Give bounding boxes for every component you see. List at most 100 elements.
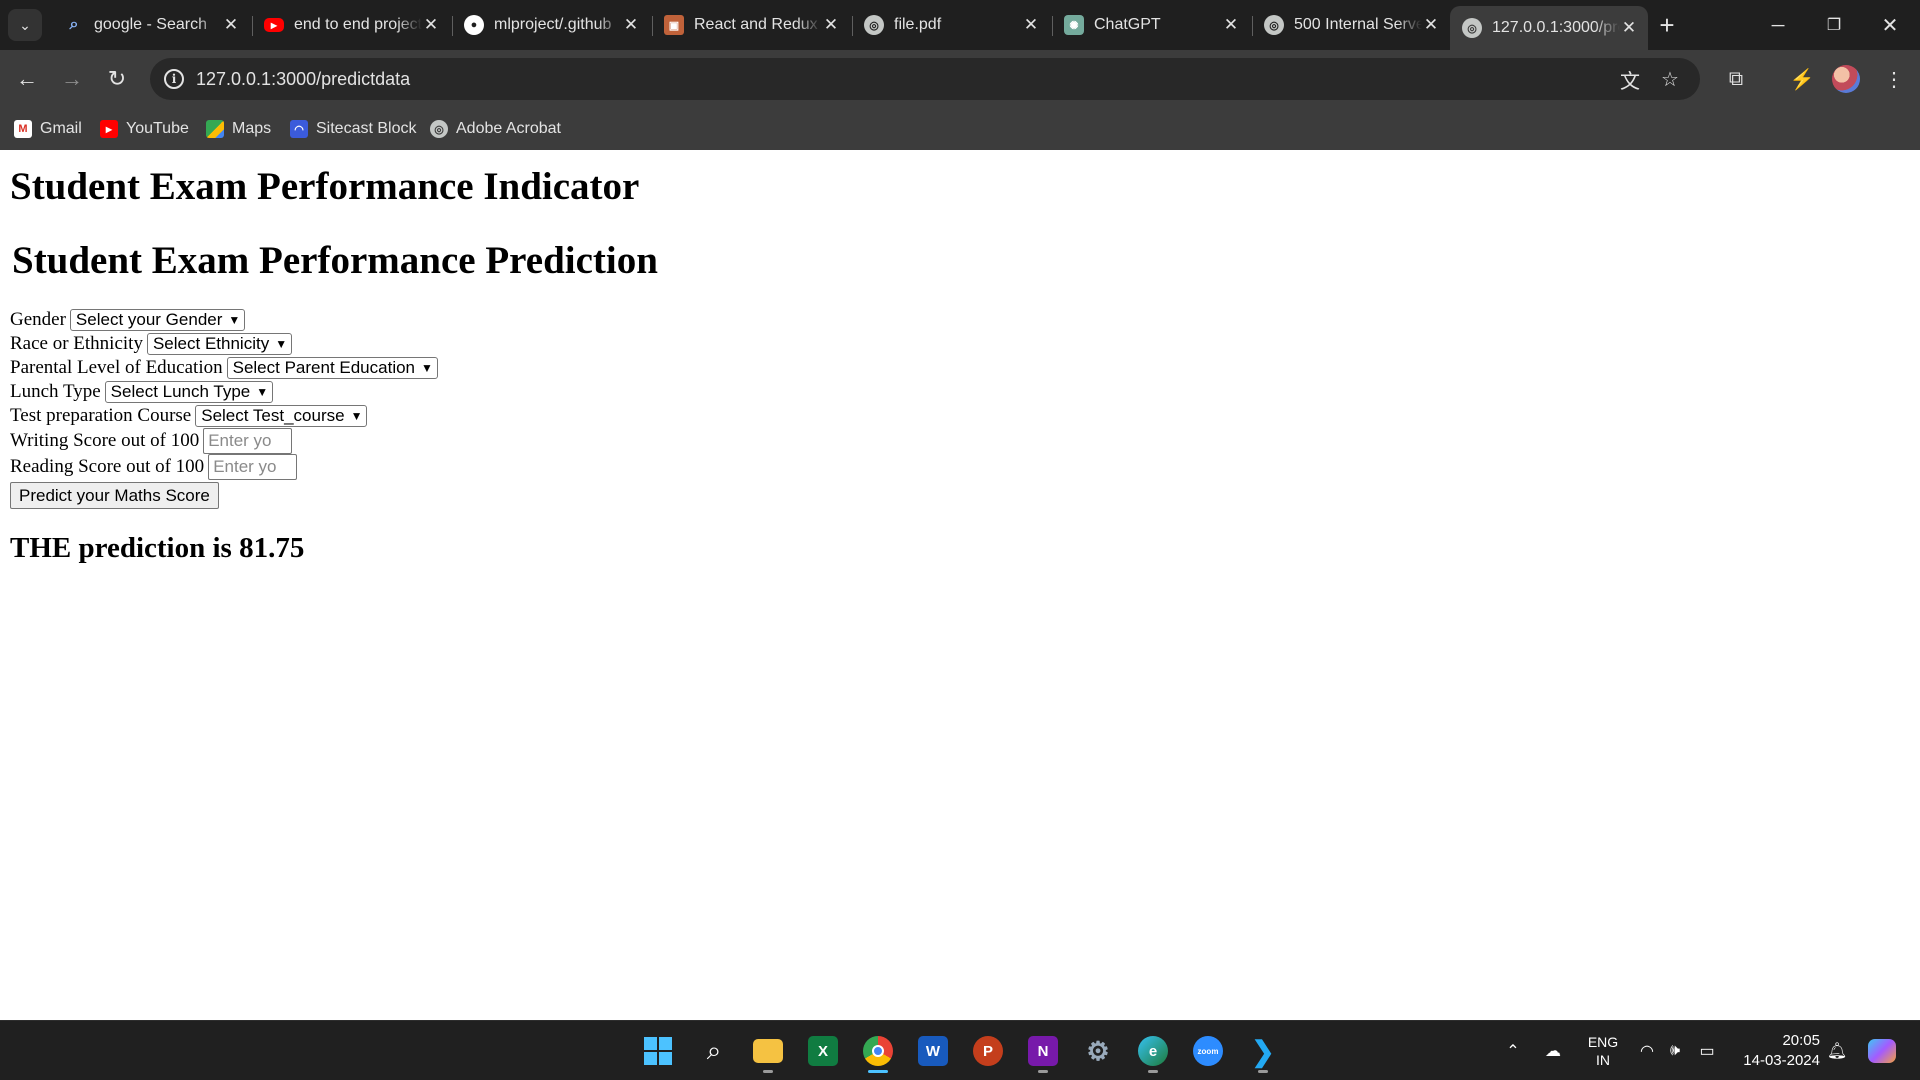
tab-500-error[interactable]: ◎ 500 Internal Server ✕ <box>1252 8 1450 42</box>
taskbar-vscode[interactable]: ❯ <box>1241 1029 1285 1073</box>
globe-icon: ◎ <box>1462 18 1482 38</box>
running-indicator <box>763 1070 773 1073</box>
tab-google-search[interactable]: ⌕ google - Search ✕ <box>52 8 250 42</box>
bookmark-youtube[interactable]: ▶ YouTube <box>100 117 189 141</box>
close-tab-icon[interactable]: ✕ <box>422 15 440 35</box>
writing-score-row: Writing Score out of 100 Enter yo <box>10 428 293 454</box>
tab-github[interactable]: ● mlproject/.github ✕ <box>452 8 650 42</box>
excel-icon: X <box>808 1036 838 1066</box>
onedrive-cloud-icon[interactable]: ☁ <box>1538 1021 1568 1080</box>
clock[interactable]: 20:05 14-03-2024 <box>1730 1031 1820 1071</box>
close-tab-icon[interactable]: ✕ <box>622 15 640 35</box>
taskbar-settings[interactable]: ⚙ <box>1076 1029 1120 1073</box>
sitecast-icon: ◠ <box>290 120 308 138</box>
globe-icon: ◎ <box>430 120 448 138</box>
close-tab-icon[interactable]: ✕ <box>1022 15 1040 35</box>
restore-icon[interactable]: ❐ <box>1806 0 1862 50</box>
close-tab-icon[interactable]: ✕ <box>1620 18 1638 38</box>
lunch-label: Lunch Type <box>10 381 101 402</box>
show-hidden-icons-icon[interactable]: ⌃ <box>1498 1021 1528 1080</box>
copilot-icon[interactable] <box>1864 1021 1900 1080</box>
lunch-select[interactable]: Select Lunch Type ▼ <box>104 381 274 403</box>
bookmark-gmail[interactable]: M Gmail <box>14 117 82 141</box>
taskbar-excel[interactable]: X <box>801 1029 845 1073</box>
bookmark-sitecast[interactable]: ◠ Sitecast Block <box>290 117 416 141</box>
taskbar-edge[interactable]: e <box>1131 1029 1175 1073</box>
back-icon[interactable]: ← <box>10 62 44 96</box>
tab-youtube[interactable]: ▶ end to end project ✕ <box>252 8 450 42</box>
language-indicator[interactable]: ENG IN <box>1578 1021 1628 1080</box>
taskbar-word[interactable]: W <box>911 1029 955 1073</box>
tab-file-pdf[interactable]: ◎ file.pdf ✕ <box>852 8 1050 42</box>
minimize-icon[interactable]: ─ <box>1750 0 1806 50</box>
taskbar-onenote[interactable]: N <box>1021 1029 1065 1073</box>
extensions-icon[interactable]: ⧉ <box>1720 63 1752 95</box>
parent-education-select[interactable]: Select Parent Education ▼ <box>226 357 438 379</box>
bookmark-star-icon[interactable]: ☆ <box>1658 67 1682 91</box>
close-tab-icon[interactable]: ✕ <box>1222 15 1240 35</box>
powerpoint-icon: P <box>973 1036 1003 1066</box>
bookmark-adobe-acrobat[interactable]: ◎ Adobe Acrobat <box>430 117 561 141</box>
bookmark-label: Sitecast Block <box>316 120 417 137</box>
taskbar-file-explorer[interactable] <box>746 1029 790 1073</box>
tab-react-redux[interactable]: ▣ React and Redux ✕ <box>652 8 850 42</box>
chatgpt-icon: ✺ <box>1064 15 1084 35</box>
writing-score-input[interactable]: Enter yo <box>203 428 293 454</box>
gender-row: Gender Select your Gender ▼ <box>10 308 246 332</box>
gender-select[interactable]: Select your Gender ▼ <box>69 309 246 331</box>
site-info-icon[interactable]: i <box>164 69 184 89</box>
maps-icon <box>206 120 224 138</box>
start-button[interactable] <box>636 1029 680 1073</box>
chevron-down-icon: ▼ <box>350 409 363 423</box>
new-tab-icon[interactable]: + <box>1652 10 1682 40</box>
chevron-down-icon: ▼ <box>275 337 288 351</box>
ethnicity-select[interactable]: Select Ethnicity ▼ <box>146 333 293 355</box>
performance-icon[interactable]: ⚡ <box>1786 63 1818 95</box>
course-icon: ▣ <box>664 15 684 35</box>
taskbar-zoom[interactable]: zoom <box>1186 1029 1230 1073</box>
close-tab-icon[interactable]: ✕ <box>222 15 240 35</box>
profile-avatar[interactable] <box>1832 65 1860 93</box>
battery-icon[interactable]: ▭ <box>1692 1021 1722 1080</box>
taskbar-search[interactable]: ⌕ <box>692 1029 736 1073</box>
tab-title: file.pdf <box>894 16 942 33</box>
tab-predictdata-active[interactable]: ◎ 127.0.0.1:3000/predictdata ✕ <box>1450 6 1648 50</box>
close-window-icon[interactable]: ✕ <box>1862 0 1918 50</box>
parent-education-row: Parental Level of Education Select Paren… <box>10 356 438 380</box>
clock-time: 20:05 <box>1782 1032 1820 1049</box>
reload-icon[interactable]: ↻ <box>100 62 134 96</box>
tab-title: 127.0.0.1:3000/predictdata <box>1492 19 1620 36</box>
address-bar[interactable]: i 127.0.0.1:3000/predictdata 文 ☆ <box>150 58 1700 100</box>
forward-icon[interactable]: → <box>55 62 89 96</box>
tab-chatgpt[interactable]: ✺ ChatGPT ✕ <box>1052 8 1250 42</box>
notification-bell-icon[interactable]: 🔔︎ <box>1822 1021 1852 1080</box>
tab-search-button[interactable]: ⌄ <box>8 9 42 41</box>
close-tab-icon[interactable]: ✕ <box>1422 15 1440 35</box>
predict-button[interactable]: Predict your Maths Score <box>10 482 219 509</box>
reading-score-input[interactable]: Enter yo <box>208 454 298 480</box>
prediction-result: THE prediction is 81.75 <box>10 532 305 564</box>
vscode-icon: ❯ <box>1251 1035 1275 1067</box>
ethnicity-selected-value: Select Ethnicity <box>152 334 270 353</box>
bookmark-maps[interactable]: Maps <box>206 117 271 141</box>
menu-kebab-icon[interactable]: ⋮ <box>1878 63 1910 95</box>
taskbar-chrome[interactable] <box>856 1029 900 1073</box>
form-title: Student Exam Performance Prediction <box>12 239 658 282</box>
close-tab-icon[interactable]: ✕ <box>822 15 840 35</box>
test-prep-select[interactable]: Select Test_course ▼ <box>195 405 368 427</box>
bookmark-label: Maps <box>232 120 272 137</box>
chevron-down-icon: ▼ <box>421 361 433 375</box>
test-prep-label: Test preparation Course <box>10 405 192 426</box>
chrome-icon <box>863 1036 893 1066</box>
chevron-down-icon: ▼ <box>228 313 241 327</box>
wifi-icon[interactable]: ◠ <box>1632 1021 1662 1080</box>
volume-icon[interactable]: 🕪 <box>1660 1021 1690 1080</box>
windows-taskbar: ⌕ X W P N ⚙ e zoom ❯ ⌃ ☁ ENG IN ◠ � <box>0 1020 1920 1080</box>
reading-score-row: Reading Score out of 100 Enter yo <box>10 454 298 480</box>
running-indicator <box>868 1070 888 1073</box>
url-text[interactable]: 127.0.0.1:3000/predictdata <box>196 69 410 90</box>
reading-score-label: Reading Score out of 100 <box>10 456 205 477</box>
taskbar-powerpoint[interactable]: P <box>966 1029 1010 1073</box>
ethnicity-row: Race or Ethnicity Select Ethnicity ▼ <box>10 332 293 356</box>
translate-icon[interactable]: 文 <box>1618 67 1642 93</box>
